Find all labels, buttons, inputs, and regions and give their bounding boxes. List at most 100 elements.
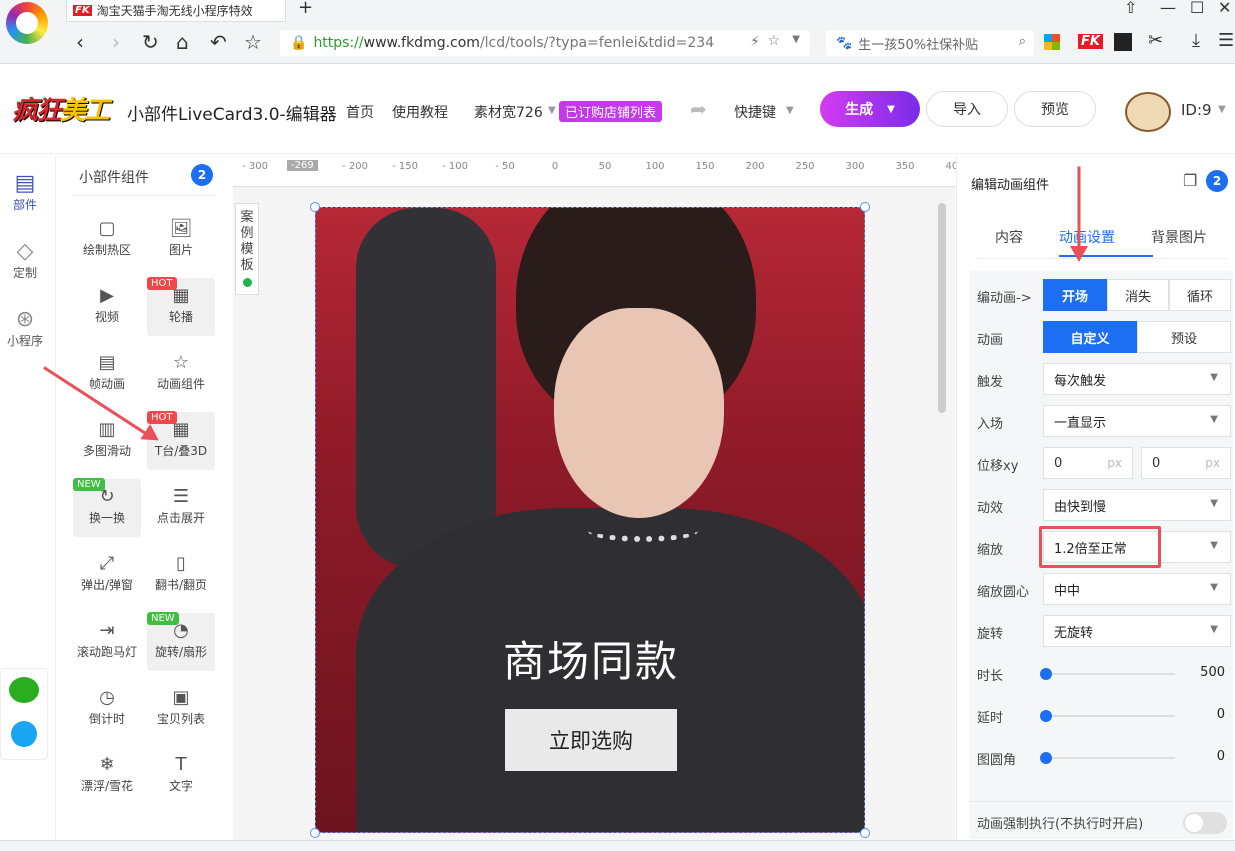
component-item[interactable]: ⤢ 弹出/弹窗 bbox=[73, 546, 141, 604]
offset-x-input[interactable]: 0 px bbox=[1043, 447, 1133, 479]
scale-label: 缩放 bbox=[977, 543, 1004, 558]
fk-ext-icon[interactable]: FK bbox=[1078, 34, 1103, 49]
search-icon[interactable]: ⌕ bbox=[1019, 34, 1026, 49]
force-run-row: 动画强制执行(不执行时开启) bbox=[969, 801, 1233, 839]
wechat-icon[interactable] bbox=[9, 677, 39, 703]
offset-y-input[interactable]: 0 px bbox=[1141, 447, 1231, 479]
chevron-down-icon[interactable]: ▼ bbox=[1218, 104, 1226, 115]
anim-preset-button[interactable]: 预设 bbox=[1137, 321, 1231, 353]
browser-tab[interactable]: FK 淘宝天猫手淘无线小程序特效 bbox=[66, 0, 286, 22]
sidebar-item-widgets[interactable]: ▤ 部件 bbox=[0, 171, 50, 213]
duration-slider[interactable] bbox=[1040, 668, 1175, 680]
tab-content[interactable]: 内容 bbox=[995, 227, 1023, 247]
scale-origin-select[interactable]: 中中 ▼ bbox=[1043, 573, 1231, 605]
bookmark-icon[interactable]: ☆ bbox=[244, 30, 262, 54]
component-item[interactable]: ▥ 多图滑动 bbox=[73, 412, 141, 470]
home-icon[interactable]: ⌂ bbox=[176, 30, 189, 54]
component-label: 多图滑动 bbox=[82, 444, 131, 458]
chevron-down-icon[interactable]: ▼ bbox=[792, 34, 800, 45]
trigger-select[interactable]: 每次触发 ▼ bbox=[1043, 363, 1231, 395]
mode-exit-button[interactable]: 消失 bbox=[1107, 279, 1169, 311]
new-tab-icon[interactable]: + bbox=[298, 0, 313, 18]
anim-custom-button[interactable]: 自定义 bbox=[1043, 321, 1137, 353]
resize-handle[interactable] bbox=[860, 828, 870, 838]
case-templates-tab[interactable]: 案 例 模 板 bbox=[235, 203, 259, 295]
component-item[interactable]: HOT ▦ 轮播 bbox=[147, 277, 215, 336]
force-run-toggle[interactable] bbox=[1183, 812, 1227, 834]
component-icon: ▣ bbox=[172, 687, 190, 708]
preview-button[interactable]: 预览 bbox=[1014, 91, 1096, 127]
share-icon[interactable]: ➦ bbox=[690, 97, 707, 121]
minimize-icon[interactable]: — bbox=[1160, 0, 1176, 17]
duration-label: 时长 bbox=[977, 669, 1004, 684]
mode-loop-button[interactable]: 循环 bbox=[1169, 279, 1231, 311]
rotate-select[interactable]: 无旋转 ▼ bbox=[1043, 615, 1231, 647]
nav-home[interactable]: 首页 bbox=[346, 102, 374, 122]
component-item[interactable]: 🖼 图片 bbox=[147, 211, 215, 269]
component-item[interactable]: ⇥ 滚动跑马灯 bbox=[73, 613, 141, 671]
shortcut-menu[interactable]: 快捷键 bbox=[734, 102, 776, 122]
delay-slider[interactable] bbox=[1040, 710, 1175, 722]
resize-handle[interactable] bbox=[310, 202, 320, 212]
resize-handle[interactable] bbox=[860, 202, 870, 212]
qq-icon[interactable] bbox=[11, 721, 37, 747]
app-ext-icon[interactable] bbox=[1114, 33, 1132, 51]
undo-icon[interactable]: ↶ bbox=[210, 30, 227, 54]
entrance-select[interactable]: 一直显示 ▼ bbox=[1043, 405, 1231, 437]
component-item[interactable]: ❄ 漂浮/雪花 bbox=[73, 747, 141, 805]
radius-slider[interactable] bbox=[1040, 752, 1175, 764]
resize-handle[interactable] bbox=[310, 828, 320, 838]
component-item[interactable]: ▶ 视频 bbox=[73, 278, 141, 336]
mode-enter-button[interactable]: 开场 bbox=[1043, 279, 1107, 311]
component-item[interactable]: ▯ 翻书/翻页 bbox=[147, 546, 215, 604]
layers-icon[interactable]: ❐ bbox=[1183, 171, 1197, 190]
generate-button[interactable]: 生成 ▼ bbox=[820, 91, 920, 127]
nav-tutorial[interactable]: 使用教程 bbox=[392, 102, 448, 122]
panel-tabs: 内容 动画设置 背景图片 bbox=[977, 215, 1227, 259]
component-label: 翻书/翻页 bbox=[154, 578, 208, 592]
component-item[interactable]: ☆ 动画组件 bbox=[147, 345, 215, 403]
url-path: /lcd/tools/?typa=fenlei&tdid=234 bbox=[479, 35, 715, 51]
import-button[interactable]: 导入 bbox=[926, 91, 1008, 127]
avatar[interactable] bbox=[1125, 92, 1171, 132]
easing-select[interactable]: 由快到慢 ▼ bbox=[1043, 489, 1231, 521]
duration-value: 500 bbox=[1200, 665, 1225, 680]
model-arm bbox=[356, 208, 496, 568]
pin-icon[interactable]: ⇧ bbox=[1124, 0, 1137, 17]
browser-search-input[interactable]: 🐾 生一孩50%社保补贴 ⌕ bbox=[826, 30, 1034, 56]
star-icon[interactable]: ☆ bbox=[767, 33, 780, 49]
windows-ext-icon[interactable] bbox=[1044, 34, 1060, 50]
url-bar[interactable]: 🔒 https:// www.fkdmg.com /lcd/tools/?typ… bbox=[280, 30, 810, 56]
reload-icon[interactable]: ↻ bbox=[142, 30, 159, 54]
chevron-down-icon[interactable]: ▼ bbox=[786, 105, 794, 116]
forward-icon[interactable]: › bbox=[112, 30, 120, 54]
widget-preview[interactable]: 商场同款 立即选购 bbox=[315, 207, 865, 833]
maximize-icon[interactable]: ☐ bbox=[1190, 0, 1204, 17]
scissors-icon[interactable]: ✂ bbox=[1148, 30, 1163, 51]
close-icon[interactable]: ✕ bbox=[1218, 0, 1231, 17]
nav-material-width[interactable]: 素材宽726 bbox=[474, 102, 543, 122]
tab-background[interactable]: 背景图片 bbox=[1151, 227, 1207, 247]
sidebar-item-miniprogram[interactable]: ⊛ 小程序 bbox=[0, 307, 50, 349]
site-logo[interactable]: 疯狂美工 bbox=[12, 90, 110, 127]
component-item[interactable]: NEW ◔ 旋转/扇形 bbox=[147, 612, 215, 671]
canvas-scrollbar[interactable] bbox=[938, 203, 946, 413]
menu-icon[interactable]: ☰ bbox=[1218, 30, 1234, 51]
component-item[interactable]: ▢ 绘制热区 bbox=[73, 211, 141, 269]
component-item[interactable]: ☰ 点击展开 bbox=[147, 479, 215, 537]
sidebar-item-custom[interactable]: ◇ 定制 bbox=[0, 239, 50, 281]
component-item[interactable]: NEW ↻ 换一换 bbox=[73, 478, 141, 537]
tab-animation[interactable]: 动画设置 bbox=[1059, 227, 1115, 247]
component-item[interactable]: T 文字 bbox=[147, 747, 215, 805]
download-icon[interactable]: ⤓ bbox=[1192, 30, 1200, 51]
search-text: 生一孩50%社保补贴 bbox=[858, 37, 979, 53]
back-icon[interactable]: ‹ bbox=[76, 30, 84, 54]
chevron-down-icon[interactable]: ▼ bbox=[548, 105, 556, 116]
ruler-tick-label: - 100 bbox=[442, 161, 468, 172]
component-item[interactable]: ◷ 倒计时 bbox=[73, 680, 141, 738]
lightning-icon[interactable]: ⚡ bbox=[750, 34, 760, 50]
subscribed-shops-button[interactable]: 已订购店铺列表 bbox=[559, 101, 663, 122]
horizontal-ruler[interactable]: - 300- 250- 200- 150- 100- 5005010015020… bbox=[233, 155, 965, 187]
buy-now-button[interactable]: 立即选购 bbox=[505, 709, 677, 771]
component-item[interactable]: ▣ 宝贝列表 bbox=[147, 680, 215, 738]
